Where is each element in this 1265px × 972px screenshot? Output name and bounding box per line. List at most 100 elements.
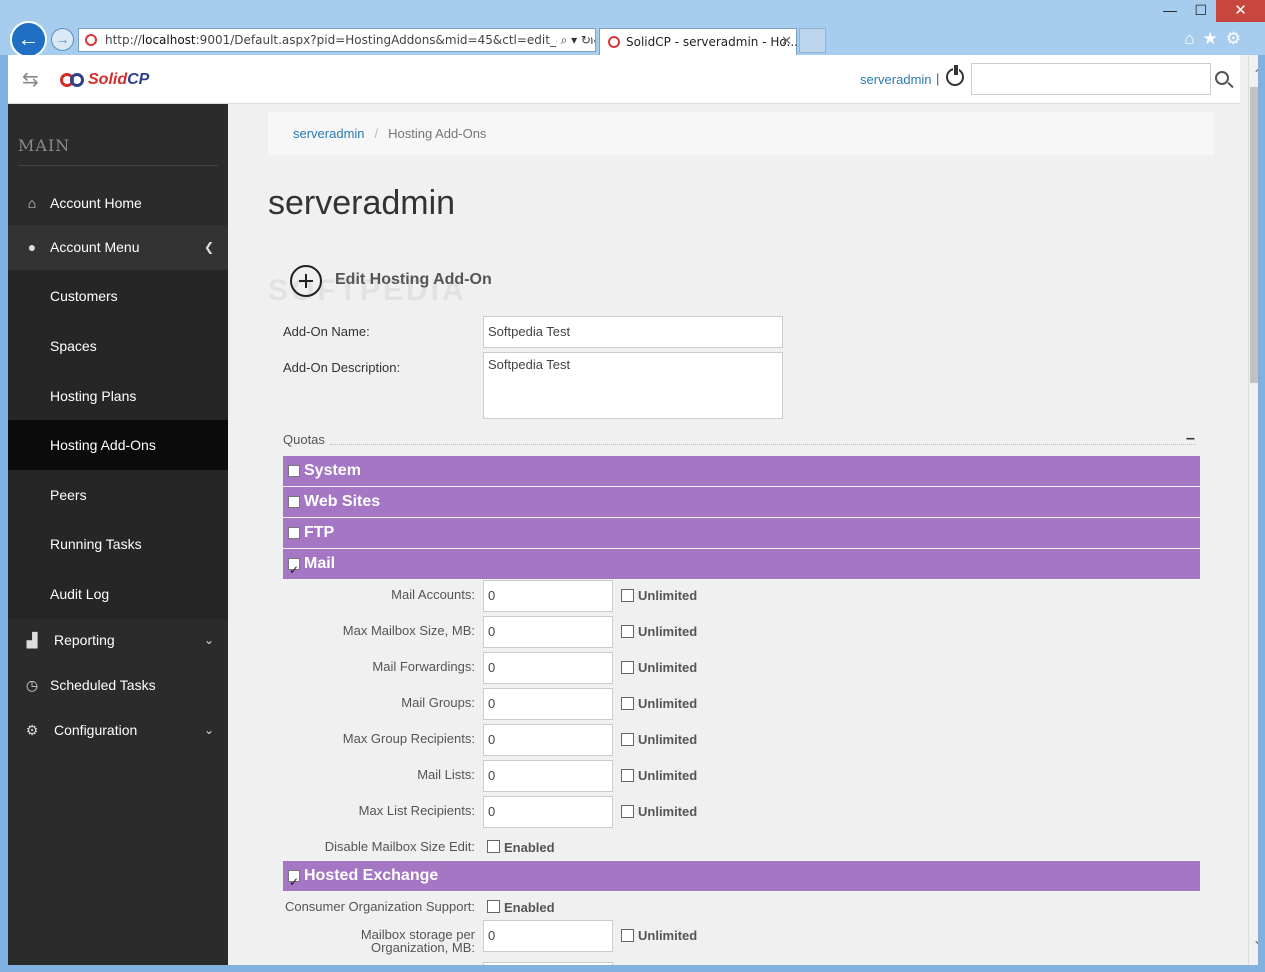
mail-lists-input[interactable]: 0 — [483, 760, 613, 792]
url-path: :9001/Default.aspx?pid=HostingAddons&mid… — [195, 33, 596, 47]
quota-group-hosted-exchange[interactable]: Hosted Exchange — [283, 861, 1200, 897]
sidebar-item-running-tasks[interactable]: Running Tasks — [8, 519, 228, 569]
mail-accounts-input[interactable]: 0 — [483, 580, 613, 612]
consumer-organization-support-option: Enabled — [504, 900, 555, 915]
site-favicon-icon — [85, 34, 97, 46]
quota-group-ftp[interactable]: FTP — [283, 518, 1200, 548]
addon-name-label: Add-On Name: — [283, 324, 370, 339]
sidebar-item-account-home[interactable]: ⌂ Account Home — [8, 181, 228, 226]
disable-mailbox-size-edit-label: Disable Mailbox Size Edit: — [324, 839, 475, 854]
mail-accounts-unlimited-label: Unlimited — [638, 588, 698, 603]
back-button[interactable]: ← — [10, 21, 47, 58]
address-bar[interactable]: http://localhost:9001/Default.aspx?pid=H… — [78, 28, 596, 52]
mailbox-storage-input[interactable]: 0 — [483, 920, 613, 952]
max-group-recipients-unlimited-label: Unlimited — [638, 732, 698, 747]
add-circle-icon — [290, 265, 322, 297]
solidcp-logo[interactable]: SolidCP — [60, 67, 149, 93]
forward-button[interactable]: → — [51, 28, 74, 51]
collapse-icon[interactable]: – — [1186, 430, 1195, 448]
tab-favicon-icon — [608, 36, 620, 48]
sidebar-item-customers[interactable]: Customers — [8, 271, 228, 321]
quotas-label: Quotas — [283, 432, 325, 447]
max-mailbox-size-unlimited-checkbox[interactable] — [621, 625, 634, 638]
sidebar-item-scheduled-tasks[interactable]: ◷ Scheduled Tasks — [8, 663, 228, 708]
consumer-organization-support-checkbox[interactable] — [487, 900, 500, 913]
mail-groups-unlimited-checkbox[interactable] — [621, 697, 634, 710]
max-mailbox-size-unlimited-label: Unlimited — [638, 624, 698, 639]
address-tools-icon[interactable]: ⌕ ▾ ↻ — [556, 29, 591, 51]
max-list-recipients-input[interactable]: 0 — [483, 796, 613, 828]
scrollbar-thumb[interactable] — [1250, 87, 1258, 383]
search-icon[interactable] — [1215, 71, 1229, 85]
url-host: localhost — [141, 33, 196, 47]
max-group-recipients-unlimited-checkbox[interactable] — [621, 733, 634, 746]
breadcrumb-current: Hosting Add-Ons — [388, 126, 487, 141]
home-icon: ⌂ — [27, 195, 37, 211]
sidebar-toggle-icon[interactable]: ⇆ — [22, 67, 39, 92]
header-search-input[interactable] — [971, 63, 1211, 95]
scroll-down-icon[interactable]: ⌄ — [1249, 933, 1258, 947]
max-list-recipients-unlimited-checkbox[interactable] — [621, 805, 634, 818]
mail-forwardings-label: Mail Forwardings: — [372, 659, 475, 674]
new-tab-button[interactable] — [799, 28, 826, 53]
tab-close-icon[interactable]: ✕ — [781, 29, 792, 55]
mail-lists-unlimited-label: Unlimited — [638, 768, 698, 783]
mailbox-storage-unlimited-label: Unlimited — [638, 928, 698, 943]
sidebar-item-account-menu[interactable]: ● Account Menu ❮ — [8, 225, 228, 270]
page-viewport: ⇆ SolidCP serveradmin | MAIN ⌂ Account H… — [8, 55, 1258, 965]
mail-accounts-unlimited-checkbox[interactable] — [621, 589, 634, 602]
logo-mark-icon — [60, 70, 86, 90]
app-header: ⇆ SolidCP serveradmin | — [8, 55, 1240, 104]
bar-chart-icon: ▟ — [26, 632, 38, 648]
addon-description-textarea[interactable]: Softpedia Test — [483, 352, 783, 419]
section-title: Edit Hosting Add-On — [335, 271, 492, 288]
chevron-left-icon: ❮ — [203, 240, 214, 254]
mailbox-storage-label: Mailbox storage per Organization, MB: — [360, 927, 475, 955]
browser-toolbar: — ☐ ✕ ← → http://localhost:9001/Default.… — [0, 0, 1265, 58]
scroll-up-icon[interactable]: ⌃ — [1249, 67, 1258, 81]
max-group-recipients-input[interactable]: 0 — [483, 724, 613, 756]
mail-groups-input[interactable]: 0 — [483, 688, 613, 720]
sidebar-item-hosting-addons[interactable]: Hosting Add-Ons — [8, 420, 228, 470]
quota-group-system[interactable]: System — [283, 456, 1200, 486]
mail-lists-unlimited-checkbox[interactable] — [621, 769, 634, 782]
logout-power-icon[interactable] — [946, 65, 964, 86]
disable-mailbox-size-edit-checkbox[interactable] — [487, 840, 500, 853]
sidebar-item-configuration[interactable]: ⚙ Configuration ⌄ — [8, 708, 228, 753]
breadcrumb: serveradmin / Hosting Add-Ons — [268, 112, 1214, 155]
home-favorites-settings-icons[interactable]: ⌂★⚙ — [1184, 29, 1249, 49]
mailbox-storage-unlimited-checkbox[interactable] — [621, 929, 634, 942]
quota-group-web-sites[interactable]: Web Sites — [283, 487, 1200, 517]
minimize-button[interactable]: — — [1163, 2, 1177, 18]
next-quota-input[interactable] — [483, 962, 613, 965]
logo-text: SolidCP — [88, 71, 150, 88]
sidebar-item-peers[interactable]: Peers — [8, 470, 228, 520]
mail-forwardings-input[interactable]: 0 — [483, 652, 613, 684]
mail-forwardings-unlimited-checkbox[interactable] — [621, 661, 634, 674]
max-mailbox-size-input[interactable]: 0 — [483, 616, 613, 648]
hosted-exchange-checkbox[interactable] — [288, 867, 300, 897]
page-scrollbar[interactable]: ⌃ ⌄ — [1248, 55, 1258, 965]
window-close-button[interactable]: ✕ — [1216, 0, 1265, 22]
quotas-divider — [330, 444, 1196, 445]
sidebar-item-spaces[interactable]: Spaces — [8, 321, 228, 371]
sidebar-item-reporting[interactable]: ▟ Reporting ⌄ — [8, 618, 228, 663]
quota-group-mail[interactable]: Mail — [283, 549, 1200, 585]
addon-name-input[interactable]: Softpedia Test — [483, 316, 783, 348]
system-checkbox[interactable] — [288, 465, 300, 477]
breadcrumb-separator: / — [374, 126, 379, 141]
maximize-button[interactable]: ☐ — [1194, 2, 1207, 19]
sidebar-item-audit-log[interactable]: Audit Log — [8, 569, 228, 619]
browser-window: — ☐ ✕ ← → http://localhost:9001/Default.… — [0, 0, 1265, 972]
sidebar-item-hosting-plans[interactable]: Hosting Plans — [8, 371, 228, 421]
user-icon: ● — [27, 239, 37, 255]
mail-checkbox[interactable] — [288, 555, 300, 585]
browser-tab[interactable]: SolidCP - serveradmin - Ho... ✕ — [599, 28, 798, 55]
user-link[interactable]: serveradmin — [860, 72, 932, 87]
mail-lists-label: Mail Lists: — [417, 767, 475, 782]
breadcrumb-root-link[interactable]: serveradmin — [293, 126, 365, 141]
web-sites-checkbox[interactable] — [288, 496, 300, 508]
page-title: serveradmin — [268, 184, 456, 222]
ftp-checkbox[interactable] — [288, 527, 300, 539]
mail-forwardings-unlimited-label: Unlimited — [638, 660, 698, 675]
